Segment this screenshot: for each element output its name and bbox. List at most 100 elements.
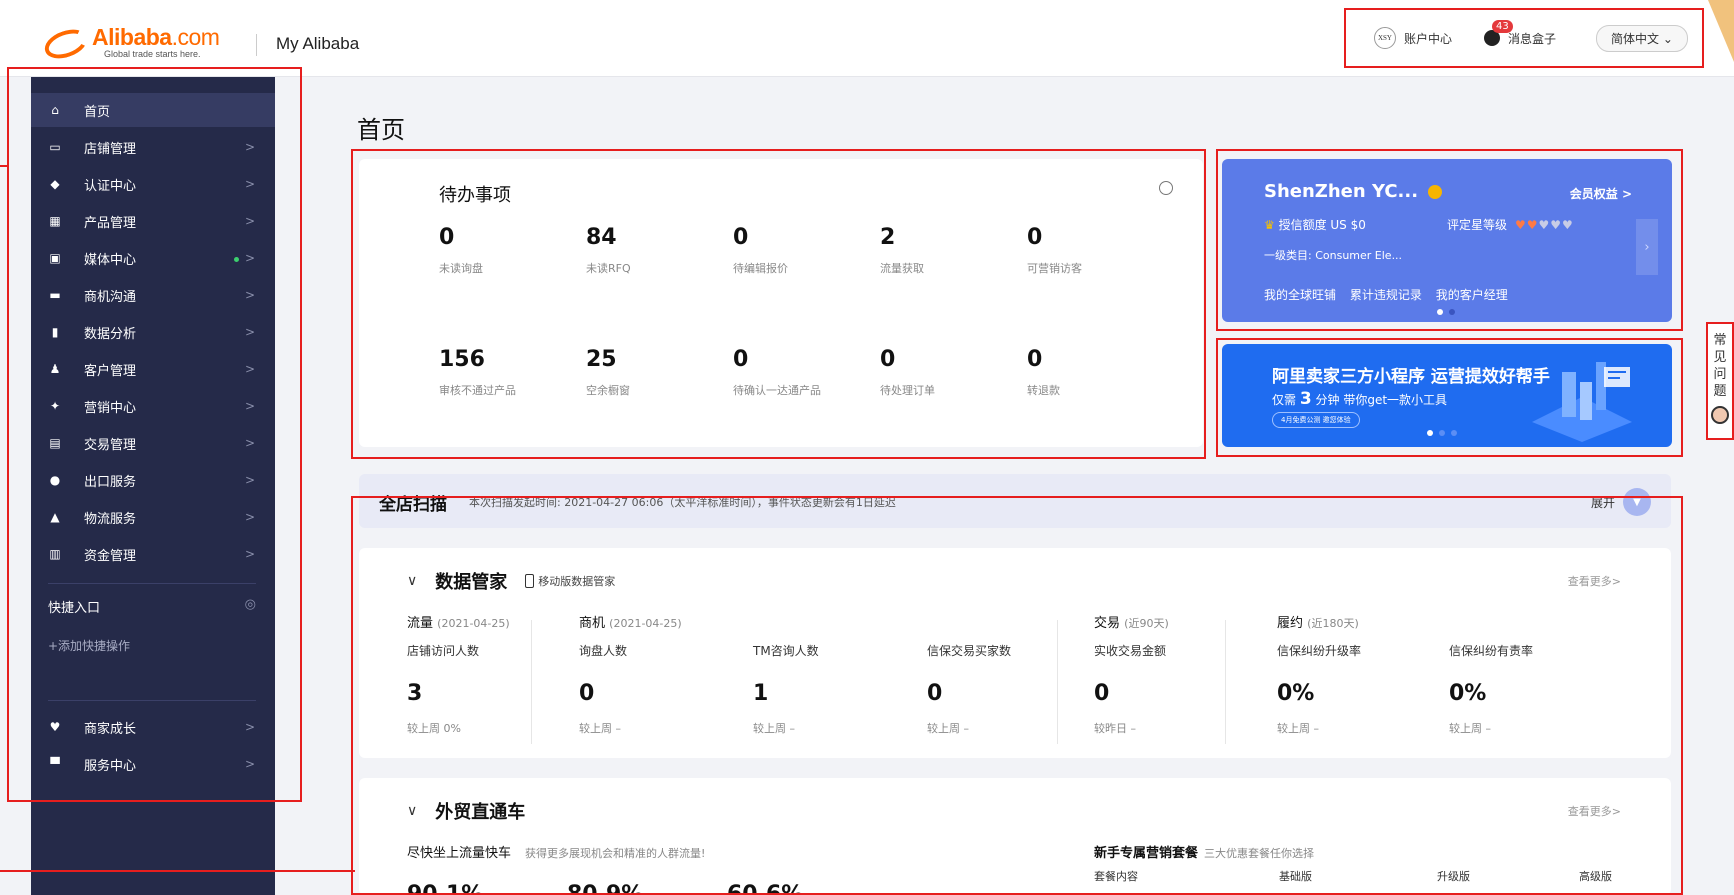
sidebar-item-label: 认证中心 [84, 178, 137, 194]
banner-highlight [1216, 338, 1683, 457]
home-icon: ⌂ [51, 103, 59, 117]
faq-tab[interactable]: 常见问题 [1706, 322, 1734, 440]
sidebar-item[interactable]: ◆ 认证中心 > [31, 167, 275, 201]
header-actions: XSY 账户中心 43 消息盒子 简体中文 ⌄ [1344, 8, 1704, 68]
sidebar-item[interactable]: ▥ 资金管理 > [31, 537, 275, 571]
sidebar-item-label: 营销中心 [84, 400, 137, 416]
truck-icon: ▲ [50, 510, 60, 524]
bank-icon: ▥ [49, 547, 61, 561]
sidebar-item[interactable]: ▭ 店铺管理 > [31, 130, 275, 164]
chevron-right-label: > [244, 214, 255, 228]
chevron-right-icon: > [245, 436, 255, 450]
chevron-right-icon: > [233, 251, 255, 265]
sidebar-divider [48, 700, 256, 701]
sidebar-item[interactable]: ✦ 营销中心 > [31, 389, 275, 423]
sidebar-item[interactable]: ▤ 交易管理 > [31, 426, 275, 460]
account-center-link[interactable]: 账户中心 [1404, 30, 1452, 47]
sidebar-item[interactable]: ▦ 产品管理 > [31, 204, 275, 238]
logo-brand-suffix: .com [171, 24, 220, 50]
logo-slogan: Global trade starts here. [104, 49, 201, 59]
sidebar-item-label: 商机沟通 [84, 289, 137, 305]
chevron-right-icon: > [245, 547, 255, 561]
chevron-right-icon: > [244, 720, 255, 734]
sidebar-item[interactable]: ▮ 数据分析 > [31, 315, 275, 349]
quick-entry-title: 快捷入口 [48, 601, 101, 616]
chat-icon: ▬ [49, 288, 61, 302]
account-avatar[interactable]: XSY [1374, 27, 1396, 49]
header-divider [256, 34, 257, 56]
chevron-right-icon: > [245, 177, 255, 191]
bar-chart-icon: ▮ [51, 325, 59, 339]
sidebar-item-label: 资金管理 [84, 548, 137, 564]
chevron-right-icon: > [245, 510, 255, 524]
sidebar-item-label: 媒体中心 [84, 252, 137, 268]
alibaba-logo-mark [40, 23, 92, 64]
new-indicator-dot [233, 257, 239, 262]
sidebar-item[interactable]: ♥ 商家成长 > [31, 710, 275, 744]
language-label: 简体中文 [1611, 31, 1660, 46]
sidebar-item[interactable]: ♟ 客户管理 > [31, 352, 275, 386]
quick-entry-settings-icon[interactable]: ◎ [245, 597, 256, 616]
sidebar-item-label: 首页 [84, 104, 111, 120]
sidebar-item[interactable]: ▀ 服务中心 > [31, 747, 275, 781]
sidebar-item[interactable]: ▣ 媒体中心 > [31, 241, 275, 275]
grid-icon: ▦ [49, 214, 61, 228]
support-avatar-icon [1711, 406, 1729, 424]
sidebar-item-label: 服务中心 [84, 758, 137, 774]
chevron-right-label: > [244, 436, 255, 450]
sidebar-item-label: 出口服务 [84, 474, 137, 490]
chevron-right-icon: > [245, 362, 255, 376]
marketing-icon: ✦ [49, 399, 61, 413]
message-count-badge: 43 [1492, 20, 1513, 33]
store-icon: ▭ [49, 140, 61, 154]
chevron-right-icon: > [245, 325, 255, 339]
message-box-link[interactable]: 消息盒子 [1508, 30, 1556, 47]
document-icon: ▤ [49, 436, 61, 450]
chevron-right-label: > [244, 140, 255, 154]
sidebar-item-label: 客户管理 [84, 363, 137, 379]
heart-icon: ♥ [49, 720, 61, 734]
chevron-right-icon: > [244, 757, 255, 771]
add-quick-action-link[interactable]: +添加快捷操作 [48, 637, 130, 654]
chevron-right-icon: > [245, 140, 255, 154]
sidebar-item[interactable]: ● 出口服务 > [31, 463, 275, 497]
sidebar-item-label: 商家成长 [84, 721, 137, 737]
alibaba-logo[interactable]: Alibaba.com Global trade starts here. [40, 23, 220, 64]
language-select[interactable]: 简体中文 ⌄ [1596, 24, 1688, 52]
chevron-right-label: > [244, 325, 255, 339]
users-icon: ♟ [49, 362, 61, 376]
shield-icon: ◆ [50, 177, 60, 191]
chevron-right-icon: > [245, 473, 255, 487]
chevron-right-label: > [244, 547, 255, 561]
sidebar-item-label: 产品管理 [84, 215, 137, 231]
page-title: 首页 [357, 116, 405, 144]
message-icon[interactable]: 43 [1484, 20, 1513, 46]
corner-ribbon[interactable] [1708, 0, 1734, 62]
chevron-right-label: > [244, 288, 255, 302]
sidebar-item-label: 店铺管理 [84, 141, 137, 157]
site-name[interactable]: My Alibaba [276, 34, 359, 54]
sidebar: 快捷入口 ◎ +添加快捷操作 ⌂ 首页 ▭ 店铺管理 > ◆ 认证中心 > ▦ 产品管理 > ▣ 媒体中… [31, 77, 275, 895]
chevron-right-label: > [244, 177, 255, 191]
sidebar-item[interactable]: ▬ 商机沟通 > [31, 278, 275, 312]
sidebar-item[interactable]: ▲ 物流服务 > [31, 500, 275, 534]
chevron-right-icon: > [245, 399, 255, 413]
briefcase-icon: ▀ [50, 757, 60, 771]
sidebar-item[interactable]: ⌂ 首页 [31, 93, 275, 127]
globe-icon: ● [49, 473, 61, 487]
faq-label: 常见问题 [1713, 333, 1727, 399]
annotation-line [0, 165, 8, 167]
sidebar-item-label: 数据分析 [84, 326, 137, 342]
store-scan-highlight [351, 496, 1683, 895]
chevron-right-icon: > [245, 214, 255, 228]
quick-entry-header: 快捷入口 ◎ [48, 597, 256, 616]
annotation-line [0, 870, 355, 872]
media-icon: ▣ [49, 251, 61, 265]
member-highlight [1216, 149, 1683, 331]
todo-highlight [351, 149, 1206, 459]
chevron-right-icon: > [245, 288, 255, 302]
sidebar-item-label: 物流服务 [84, 511, 137, 527]
logo-brand-text: Alibaba [92, 24, 172, 50]
chevron-right-label: > [244, 399, 255, 413]
sidebar-item-label: 交易管理 [84, 437, 137, 453]
